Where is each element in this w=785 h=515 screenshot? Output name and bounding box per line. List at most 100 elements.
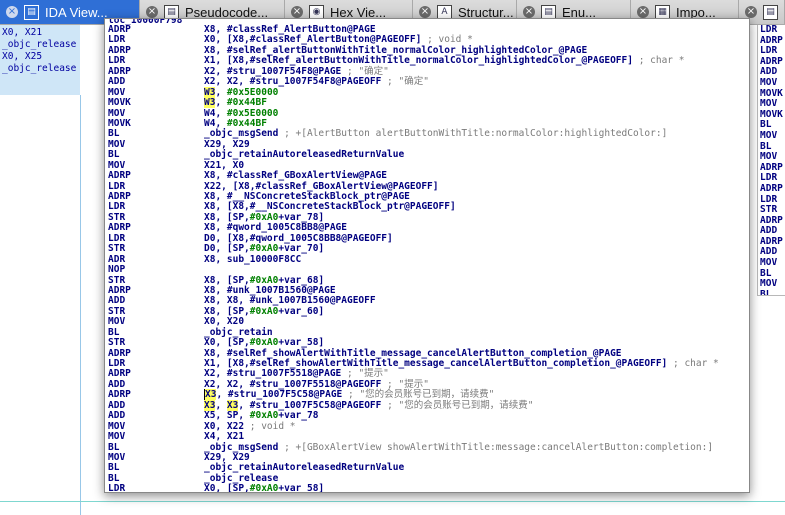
operand-text: X4, X21 <box>204 431 245 443</box>
operand-text: _objc_retainAutoreleasedReturnValue <box>204 149 405 161</box>
operand-text: D0, [SP,#0xA0+var_70] <box>204 243 325 255</box>
disasm-row[interactable]: BL _objc_retain <box>105 326 749 338</box>
mnemonic: LDR <box>108 483 126 493</box>
disasm-row[interactable]: NOP <box>105 264 749 276</box>
comment: ; "确定" <box>381 76 429 88</box>
disasm-row[interactable]: LDR X1, [X8,#selRef_showAlertWithTitle_me… <box>105 358 749 369</box>
disasm-row[interactable]: ADR X8, sub_10000F8CC <box>105 253 749 265</box>
disasm-row[interactable]: LDR D0, [X8,#qword_1005C8BB8@PAGEOFF] <box>105 233 749 244</box>
disasm-row[interactable]: ADD X2, X2, #stru_1007F54F8@PAGEOFF ; "确定… <box>105 76 749 88</box>
comment: ; "您的会员账号已到期，请续费" <box>342 389 495 401</box>
operands: X0, [SP,#0xA0+var_58] <box>204 484 324 492</box>
operands: _objc_msgSend ; +[GBoxAlertView showAler… <box>204 441 713 453</box>
operand-text: X8, [SP,#0xA0+var_60] <box>204 305 325 317</box>
left-node-line: _objc_release <box>2 39 77 50</box>
disasm-row[interactable]: MOV X0, X22 ; void * <box>105 420 749 432</box>
mnemonic: STR <box>108 337 126 349</box>
operand-text: X21, X0 <box>204 159 245 171</box>
close-tab-icon[interactable]: × <box>291 6 303 18</box>
mnemonic: MOVK <box>108 97 131 109</box>
operand-text: X2, X2, #stru_1007F54F8@PAGEOFF <box>204 76 382 88</box>
graph-edge <box>80 95 81 515</box>
right-node-mnemonic: MOV <box>760 129 778 141</box>
left-graph-pane[interactable]: X0, X21 _objc_release X0, X25 _objc_rele… <box>0 25 105 515</box>
disasm-row[interactable]: STR X8, [SP,#0xA0+var_68] <box>105 274 749 286</box>
left-node-line: X0, X21 <box>2 27 43 38</box>
disasm-row[interactable]: MOV X0, X20 <box>105 316 749 327</box>
disasm-row[interactable]: LDR X8, [X8,#__NSConcreteStackBlock_ptr@P… <box>105 201 749 212</box>
tab-label: IDA View... <box>45 4 108 20</box>
disasm-row[interactable]: ADD X3, X3, #stru_1007F5C58@PAGEOFF ; "您的… <box>105 399 749 411</box>
operand-text: _objc_retain <box>204 326 273 338</box>
comment: ; "您的会员账号已到期，请续费" <box>381 399 534 411</box>
disasm-row[interactable]: BL _objc_msgSend ; +[GBoxAlertView showAl… <box>105 441 749 453</box>
mnemonic: NOP <box>108 264 126 276</box>
disasm-row[interactable]: MOV X29, X29 <box>105 139 749 150</box>
operand-text: X8, [SP,#0xA0+var_68] <box>204 274 325 286</box>
operand-text: X22, [X8,#classRef_GBoxAlertView@PAGEOFF… <box>204 180 439 192</box>
operand-text: X8, #__NSConcreteStackBlock_ptr@PAGE <box>204 191 410 202</box>
disasm-row[interactable]: LDR X1, [X8,#selRef_alertButtonWithTitle_… <box>105 55 749 67</box>
disasm-row[interactable]: ADD X5, SP, #0xA0+var_78 <box>105 410 749 422</box>
operand-text: _objc_msgSend <box>204 441 279 453</box>
operand-text: X3, X3, #stru_1007F5C58@PAGEOFF <box>204 399 382 411</box>
graph-edge-bottom <box>0 501 785 502</box>
disassembly-node[interactable]: loc_10000F798 ADRP X8, #classRef_AlertBut… <box>104 18 750 493</box>
operands: _objc_msgSend ; +[AlertButton alertButto… <box>204 129 667 139</box>
operand-text: X0, X22 <box>204 420 245 432</box>
comment: ; char * <box>667 358 719 369</box>
close-tab-icon[interactable]: × <box>6 6 18 18</box>
operand-text: X8, #unk_1007B1560@PAGE <box>204 284 336 296</box>
operand-text: X0, [X8,#classRef_AlertButton@PAGEOFF] <box>204 34 422 46</box>
disasm-row[interactable]: BL _objc_retainAutoreleasedReturnValue <box>105 462 749 473</box>
operand-text: X0, [SP,#0xA0+var_58] <box>204 337 325 349</box>
right-node-mnemonic: ADRP <box>760 182 783 194</box>
operands: X8, sub_10000F8CC <box>204 253 302 265</box>
comment: ; "提示" <box>341 368 389 380</box>
disasm-row[interactable]: BL _objc_msgSend ; +[AlertButton alertBut… <box>105 128 749 139</box>
comment: ; void * <box>421 34 473 46</box>
disasm-row[interactable]: ADD X8, X8, #unk_1007B1560@PAGEOFF <box>105 295 749 306</box>
disasm-row[interactable]: MOV W3, #0x5E0000 <box>105 86 749 98</box>
close-tab-icon[interactable]: × <box>419 6 431 18</box>
right-node-mnemonic: LDR <box>760 25 778 35</box>
close-tab-icon[interactable]: × <box>745 6 757 18</box>
operand-text: X3, #stru_1007F5C58@PAGE <box>204 389 343 401</box>
left-graph-node[interactable]: X0, X21 _objc_release X0, X25 _objc_rele… <box>0 25 80 95</box>
operand-text: X8, #classRef_AlertButton@PAGE <box>204 24 376 35</box>
left-node-line: _objc_release <box>2 63 77 74</box>
disasm-row[interactable]: LDR X22, [X8,#classRef_GBoxAlertView@PAGE… <box>105 180 749 192</box>
right-graph-node[interactable]: LDR ADRP LDR ADRP ADD MOV MOVK MOV MOVK BL MOV BL MO… <box>757 25 785 296</box>
operand-text: X5, SP, #0xA0+var_78 <box>204 410 319 422</box>
operand-text: X29, X29 <box>204 451 250 463</box>
disasm-row[interactable]: BL _objc_release <box>105 472 749 484</box>
operand-text: _objc_msgSend <box>204 128 279 140</box>
disasm-row[interactable]: LDR X0, [SP,#0xA0+var_58] <box>105 483 749 493</box>
operand-text: W3, #0x5E0000 <box>204 86 279 98</box>
comment: ; +[AlertButton alertButtonWithTitle:nor… <box>278 128 668 140</box>
operand-text: W4, #0x44BF <box>204 117 267 129</box>
disasm-row[interactable]: STR X8, [SP,#0xA0+var_60] <box>105 305 749 317</box>
close-tab-icon[interactable]: × <box>637 6 649 18</box>
disasm-row[interactable]: STR X8, [SP,#0xA0+var_78] <box>105 212 749 223</box>
close-tab-icon[interactable]: × <box>523 6 535 18</box>
right-node-mnemonic: MOV <box>760 76 778 88</box>
disasm-row[interactable]: MOV X29, X29 <box>105 451 749 463</box>
disasm-row[interactable]: MOV W4, #0x5E0000 <box>105 108 749 119</box>
disasm-row[interactable]: STR D0, [SP,#0xA0+var_70] <box>105 243 749 255</box>
operand-text: _objc_release <box>204 472 279 484</box>
operand-text: X8, #classRef_GBoxAlertView@PAGE <box>204 170 388 182</box>
mnemonic: MOV <box>108 431 126 443</box>
comment: ; char * <box>632 55 685 67</box>
disasm-row[interactable]: ADRP X8, #unk_1007B1560@PAGE <box>105 284 749 296</box>
disasm-row[interactable]: MOVK W3, #0x44BF <box>105 97 749 109</box>
disasm-row[interactable]: MOV X21, X0 <box>105 159 749 171</box>
operand-text: X2, #stru_1007F5518@PAGE <box>204 368 342 380</box>
disasm-row[interactable]: ADRP X8, #qword_1005C8BB8@PAGE <box>105 222 749 233</box>
close-tab-icon[interactable]: × <box>146 6 158 18</box>
operand-text: X8, sub_10000F8CC <box>204 253 302 265</box>
disasm-row[interactable]: BL _objc_retainAutoreleasedReturnValue <box>105 149 749 161</box>
operand-text: X8, #selRef_showAlertWithTitle_message_c… <box>204 347 622 359</box>
mnemonic: ADRP <box>108 170 131 182</box>
comment: ; void * <box>244 420 296 432</box>
